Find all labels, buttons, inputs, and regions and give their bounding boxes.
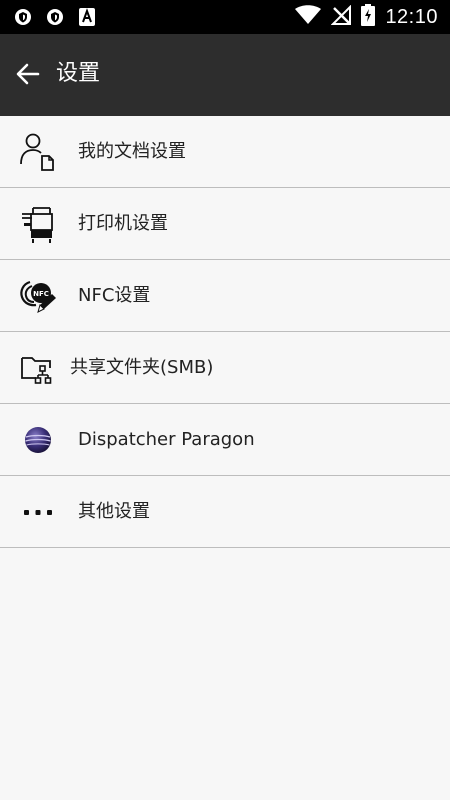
settings-list: 我的文档设置 打印机设置 NFC NFC设置 共享文件夹(SMB) Dispat… xyxy=(0,116,450,548)
svg-text:NFC: NFC xyxy=(33,290,49,298)
shield-icon xyxy=(14,8,32,26)
font-a-icon xyxy=(78,8,96,26)
settings-item-label: Dispatcher Paragon xyxy=(78,429,255,450)
settings-item-other[interactable]: 其他设置 xyxy=(0,476,450,548)
status-bar: 12:10 xyxy=(0,0,450,34)
settings-item-label: 共享文件夹(SMB) xyxy=(70,357,214,378)
no-signal-icon xyxy=(331,4,352,29)
settings-item-dispatcher-paragon[interactable]: Dispatcher Paragon xyxy=(0,404,450,476)
settings-item-nfc[interactable]: NFC NFC设置 xyxy=(0,260,450,332)
settings-item-my-documents[interactable]: 我的文档设置 xyxy=(0,116,450,188)
page-title: 设置 xyxy=(56,61,101,86)
settings-item-label: 打印机设置 xyxy=(78,213,168,234)
printer-icon xyxy=(18,204,58,244)
more-dots-icon xyxy=(18,492,58,532)
settings-item-label: 其他设置 xyxy=(78,501,150,522)
battery-charging-icon xyxy=(361,4,376,30)
settings-item-label: NFC设置 xyxy=(78,285,151,306)
arrow-left-icon[interactable] xyxy=(14,60,42,88)
settings-item-label: 我的文档设置 xyxy=(78,141,186,162)
settings-item-printer[interactable]: 打印机设置 xyxy=(0,188,450,260)
nfc-icon: NFC xyxy=(18,276,58,316)
shield-icon xyxy=(46,8,64,26)
dispatcher-paragon-logo xyxy=(18,420,58,460)
user-document-icon xyxy=(18,132,58,172)
app-bar: 设置 xyxy=(0,34,450,116)
clock: 12:10 xyxy=(385,5,438,28)
shared-folder-icon xyxy=(18,348,58,388)
wifi-icon xyxy=(295,5,322,29)
settings-item-shared-folder[interactable]: 共享文件夹(SMB) xyxy=(0,332,450,404)
